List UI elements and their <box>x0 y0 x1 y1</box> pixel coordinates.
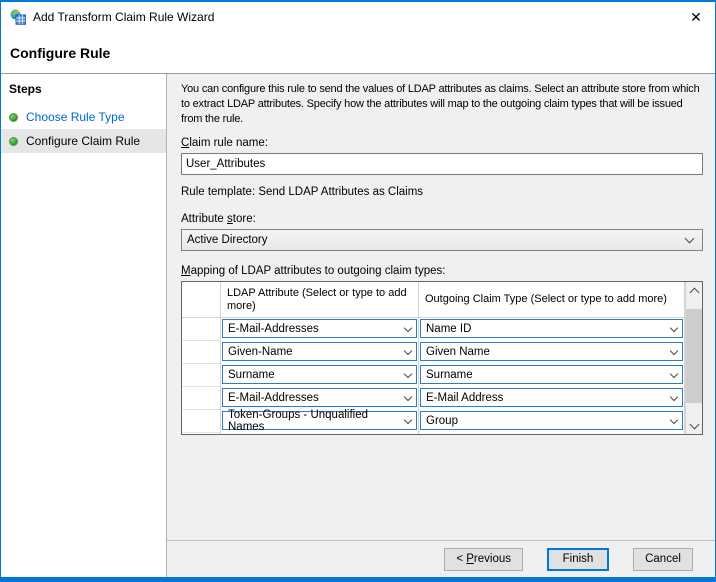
table-cell: Given Name <box>419 341 685 364</box>
rule-description: You can configure this rule to send the … <box>181 82 703 127</box>
cancel-button[interactable]: Cancel <box>633 548 693 571</box>
page-title: Configure Rule <box>10 45 110 61</box>
chevron-down-icon <box>404 323 412 331</box>
window-title: Add Transform Claim Rule Wizard <box>33 10 214 24</box>
step-label: Configure Claim Rule <box>26 134 140 148</box>
title-bar[interactable]: Add Transform Claim Rule Wizard ✕ <box>1 2 715 32</box>
step-label[interactable]: Choose Rule Type <box>26 110 125 124</box>
partial-row-cell <box>419 433 685 435</box>
chevron-down-icon <box>404 415 412 423</box>
steps-heading: Steps <box>1 80 166 105</box>
attribute-store-select[interactable]: Active Directory <box>181 229 703 251</box>
row-selector[interactable] <box>182 410 221 433</box>
wizard-app-icon <box>10 9 26 25</box>
attribute-store-value: Active Directory <box>187 234 268 246</box>
table-cell: E-Mail Address <box>419 387 685 410</box>
ldap-attribute-combo[interactable]: E-Mail-Addresses <box>222 319 417 338</box>
chevron-down-icon <box>670 346 678 354</box>
scrollbar-thumb[interactable] <box>686 309 702 403</box>
rule-template-text: Rule template: Send LDAP Attributes as C… <box>181 186 703 198</box>
chevron-down-icon <box>404 369 412 377</box>
ldap-mapping-table: LDAP Attribute (Select or type to add mo… <box>181 281 703 435</box>
ldap-attribute-combo[interactable]: Surname <box>222 365 417 384</box>
outgoing-claim-combo[interactable]: Given Name <box>420 342 683 361</box>
row-selector[interactable] <box>182 364 221 387</box>
mapping-table-label: Mapping of LDAP attributes to outgoing c… <box>181 265 703 277</box>
chevron-down-icon <box>670 369 678 377</box>
ldap-attribute-combo[interactable]: Given-Name <box>222 342 417 361</box>
wizard-button-bar: < Previous Finish Cancel <box>167 540 715 577</box>
ldap-attribute-combo[interactable]: E-Mail-Addresses <box>222 388 417 407</box>
sidebar-item-configure-claim-rule[interactable]: Configure Claim Rule <box>1 129 166 153</box>
chevron-down-icon <box>404 392 412 400</box>
chevron-up-icon <box>689 287 699 297</box>
outgoing-claim-column-header: Outgoing Claim Type (Select or type to a… <box>419 282 685 318</box>
table-cell: Name ID <box>419 318 685 341</box>
row-selector[interactable] <box>182 318 221 341</box>
ldap-attribute-column-header: LDAP Attribute (Select or type to add mo… <box>221 282 419 318</box>
chevron-down-icon <box>670 392 678 400</box>
claim-rule-name-input[interactable] <box>181 153 703 175</box>
chevron-down-icon <box>670 415 678 423</box>
claim-rule-name-label: Claim rule name: <box>181 137 703 149</box>
table-cell: Surname <box>419 364 685 387</box>
table-cell: Surname <box>221 364 419 387</box>
scroll-down-button[interactable] <box>686 417 702 434</box>
chevron-down-icon <box>685 234 695 244</box>
outgoing-claim-combo[interactable]: Name ID <box>420 319 683 338</box>
wizard-window: Add Transform Claim Rule Wizard ✕ Config… <box>0 0 716 582</box>
wizard-page-header: Configure Rule <box>1 32 715 74</box>
table-scrollbar[interactable] <box>685 282 702 434</box>
attribute-store-label: Attribute store: <box>181 213 703 225</box>
chevron-down-icon <box>689 419 699 429</box>
step-bullet-icon <box>9 113 18 122</box>
previous-button[interactable]: < Previous <box>444 548 523 571</box>
outgoing-claim-combo[interactable]: Surname <box>420 365 683 384</box>
sidebar-item-choose-rule-type[interactable]: Choose Rule Type <box>1 105 166 129</box>
configure-rule-panel: You can configure this rule to send the … <box>167 74 715 540</box>
table-cell: Group <box>419 410 685 433</box>
table-cell: E-Mail-Addresses <box>221 387 419 410</box>
row-selector[interactable] <box>182 433 221 435</box>
table-cell: Given-Name <box>221 341 419 364</box>
ldap-attribute-combo[interactable]: Token-Groups - Unqualified Names <box>222 411 417 430</box>
outgoing-claim-combo[interactable]: E-Mail Address <box>420 388 683 407</box>
close-icon[interactable]: ✕ <box>683 5 709 29</box>
step-bullet-icon <box>9 137 18 146</box>
scroll-up-button[interactable] <box>686 282 702 299</box>
outgoing-claim-combo[interactable]: Group <box>420 411 683 430</box>
chevron-down-icon <box>670 323 678 331</box>
chevron-down-icon <box>404 346 412 354</box>
row-selector-header-cell <box>182 282 221 318</box>
row-selector[interactable] <box>182 341 221 364</box>
row-selector[interactable] <box>182 387 221 410</box>
table-cell: E-Mail-Addresses <box>221 318 419 341</box>
table-cell: Token-Groups - Unqualified Names <box>221 410 419 433</box>
steps-sidebar: Steps Choose Rule Type Configure Claim R… <box>1 74 167 577</box>
partial-row-cell <box>221 433 419 435</box>
finish-button[interactable]: Finish <box>547 548 609 571</box>
